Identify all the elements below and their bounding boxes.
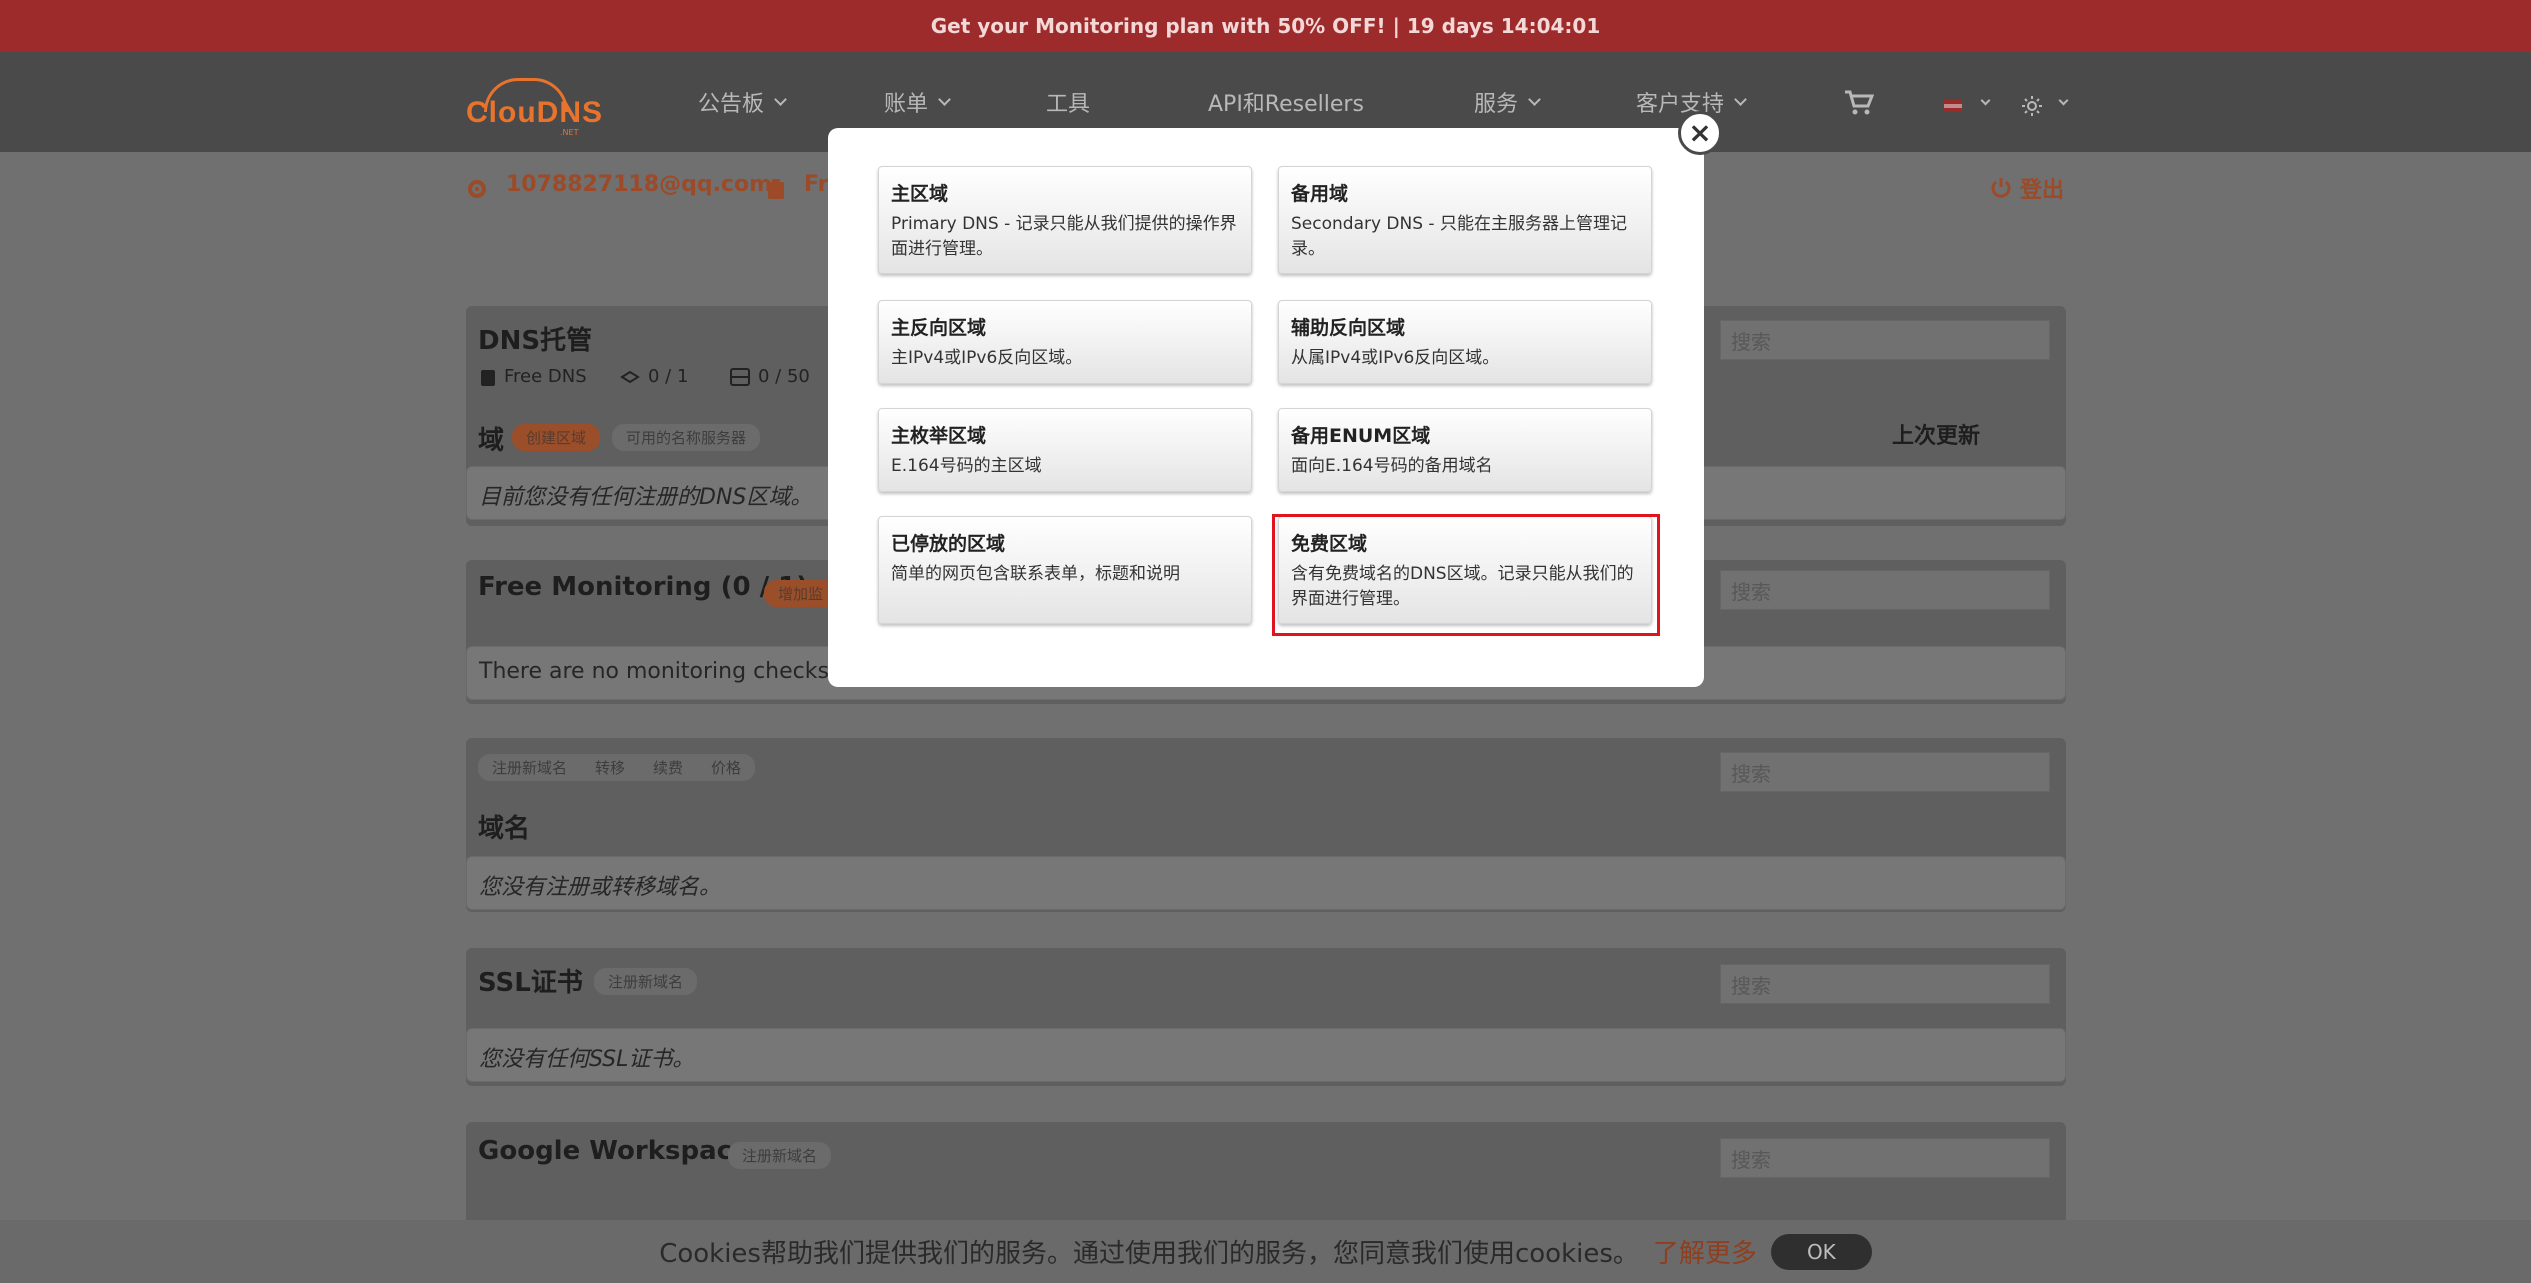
tab-transfer[interactable]: 转移 — [581, 754, 640, 781]
dns-stat-zones: 0 / 1 — [620, 366, 688, 387]
ssl-empty-message: 您没有任何SSL证书。 — [479, 1047, 695, 1072]
add-monitoring-button[interactable]: 增加监 — [764, 580, 838, 607]
option-secondary-reverse-zone[interactable]: 辅助反向区域 从属IPv4或IPv6反向区域。 — [1278, 300, 1652, 384]
option-title: 备用域 — [1291, 183, 1349, 205]
last-update-header: 上次更新 — [1892, 424, 1981, 449]
option-title: 辅助反向区域 — [1291, 317, 1406, 339]
theme-sun-icon[interactable] — [2022, 96, 2042, 116]
chevron-down-icon — [1980, 95, 1991, 106]
plan-badge-icon — [768, 179, 784, 199]
logo[interactable]: ClouDNS .NET — [466, 78, 602, 137]
page-root: Get your Monitoring plan with 50% OFF! |… — [0, 0, 2531, 1283]
monitoring-empty-message: There are no monitoring checks four — [479, 659, 881, 684]
option-secondary-zone[interactable]: 备用域 Secondary DNS - 只能在主服务器上管理记录。 — [1278, 166, 1652, 274]
option-desc: 面向E.164号码的备用域名 — [1291, 456, 1493, 476]
ssl-search-input[interactable]: 搜索 — [1720, 964, 2050, 1004]
dns-plan-label: Free DNS — [504, 366, 587, 387]
option-title: 主反向区域 — [891, 317, 987, 339]
selection-highlight — [1272, 514, 1660, 636]
dns-stat-zones-value: 0 / 1 — [648, 366, 689, 387]
dns-plan: Free DNS — [480, 366, 587, 387]
power-icon — [1991, 178, 2011, 198]
option-master-reverse-zone[interactable]: 主反向区域 主IPv4或IPv6反向区域。 — [878, 300, 1252, 384]
cookie-bar: Cookies帮助我们提供我们的服务。通过使用我们的服务，您同意我们使用cook… — [0, 1220, 2531, 1283]
nav-services-label: 服务 — [1474, 92, 1519, 117]
logout-button[interactable]: 登出 — [1990, 172, 2064, 204]
option-desc: Primary DNS - 记录只能从我们提供的操作界面进行管理。 — [891, 214, 1237, 259]
option-master-enum-zone[interactable]: 主枚举区域 E.164号码的主区域 — [878, 408, 1252, 492]
option-desc: E.164号码的主区域 — [891, 456, 1042, 476]
option-title: 主区域 — [891, 183, 949, 205]
close-icon: × — [1688, 116, 1712, 149]
gworkspace-title: Google Workspace — [478, 1136, 750, 1166]
dns-domains-label: 域 — [478, 426, 505, 456]
ssl-title: SSL证书 — [478, 968, 583, 998]
nav-api-label: API和Resellers — [1208, 92, 1364, 117]
monitoring-title: Free Monitoring (0 / 1) — [478, 572, 809, 602]
domains-card: 注册新域名 转移 续费 价格 搜索 域名 您没有注册或转移域名。 — [466, 738, 2066, 912]
chevron-down-icon — [774, 93, 787, 106]
clipboard-icon — [481, 369, 495, 386]
domains-empty-message: 您没有注册或转移域名。 — [479, 875, 722, 900]
logo-sub: .NET — [560, 128, 579, 137]
option-title: 主枚举区域 — [891, 425, 987, 447]
logout-label: 登出 — [2020, 178, 2065, 203]
gworkspace-register-button[interactable]: 注册新域名 — [728, 1142, 832, 1169]
chevron-down-icon — [1734, 93, 1747, 106]
dns-search-input[interactable]: 搜索 — [1720, 320, 2050, 360]
domains-search-input[interactable]: 搜索 — [1720, 752, 2050, 792]
cookie-ok-button[interactable]: OK — [1770, 1233, 1872, 1270]
dns-stat-records-value: 0 / 50 — [758, 366, 810, 387]
tab-pricing[interactable]: 价格 — [697, 754, 756, 781]
ssl-table-body: 您没有任何SSL证书。 — [466, 1028, 2066, 1082]
domains-title: 域名 — [478, 814, 531, 844]
domains-table-body: 您没有注册或转移域名。 — [466, 856, 2066, 910]
promo-text: Get your Monitoring plan with 50% OFF! |… — [930, 14, 1601, 38]
cookie-text: Cookies帮助我们提供我们的服务。通过使用我们的服务，您同意我们使用cook… — [659, 1239, 1639, 1269]
server-icon — [730, 367, 750, 386]
option-desc: 简单的网页包含联系表单，标题和说明 — [891, 564, 1180, 584]
cart-icon[interactable] — [1844, 90, 1874, 116]
promo-banner[interactable]: Get your Monitoring plan with 50% OFF! |… — [0, 0, 2531, 52]
option-master-zone[interactable]: 主区域 Primary DNS - 记录只能从我们提供的操作界面进行管理。 — [878, 166, 1252, 274]
nav-bulletin[interactable]: 公告板 — [698, 52, 787, 152]
nav-tools-label: 工具 — [1046, 92, 1091, 117]
option-desc: 主IPv4或IPv6反向区域。 — [891, 348, 1083, 368]
chevron-down-icon — [938, 93, 951, 106]
logo-text: ClouDNS — [466, 96, 603, 129]
nav-billing-label: 账单 — [884, 92, 929, 117]
dns-actions: 创建区域 可用的名称服务器 — [512, 424, 761, 451]
option-title: 已停放的区域 — [891, 533, 1006, 555]
option-title: 备用ENUM区域 — [1291, 425, 1431, 447]
dns-stat-records: 0 / 50 — [730, 366, 810, 387]
chevron-down-icon — [2058, 95, 2069, 106]
user-plan-link[interactable]: Fr — [804, 172, 828, 197]
layers-icon — [620, 370, 640, 383]
dns-empty-message: 目前您没有任何注册的DNS区域。 — [479, 485, 813, 510]
gear-icon — [468, 180, 486, 198]
option-secondary-enum-zone[interactable]: 备用ENUM区域 面向E.164号码的备用域名 — [1278, 408, 1652, 492]
ssl-card: SSL证书 注册新域名 搜索 您没有任何SSL证书。 — [466, 948, 2066, 1086]
gworkspace-search-input[interactable]: 搜索 — [1720, 1138, 2050, 1178]
user-email-link[interactable]: 1078827118@qq.com — [506, 172, 772, 197]
nav-bulletin-label: 公告板 — [698, 92, 765, 117]
create-zone-button[interactable]: 创建区域 — [512, 424, 601, 451]
language-flag-icon[interactable] — [1944, 100, 1962, 112]
domain-tabs: 注册新域名 转移 续费 价格 — [478, 754, 756, 781]
cookie-learn-more-link[interactable]: 了解更多 — [1653, 1233, 1757, 1270]
option-desc: Secondary DNS - 只能在主服务器上管理记录。 — [1291, 214, 1627, 259]
option-desc: 从属IPv4或IPv6反向区域。 — [1291, 348, 1500, 368]
ssl-register-button[interactable]: 注册新域名 — [594, 968, 698, 995]
monitoring-search-input[interactable]: 搜索 — [1720, 570, 2050, 610]
create-zone-modal: 主区域 Primary DNS - 记录只能从我们提供的操作界面进行管理。 备用… — [828, 128, 1704, 687]
option-parked-zone[interactable]: 已停放的区域 简单的网页包含联系表单，标题和说明 — [878, 516, 1252, 624]
chevron-down-icon — [1528, 93, 1541, 106]
tab-renew[interactable]: 续费 — [639, 754, 698, 781]
available-ns-button[interactable]: 可用的名称服务器 — [612, 424, 761, 451]
modal-close-button[interactable]: × — [1678, 111, 1722, 155]
tab-register[interactable]: 注册新域名 — [478, 754, 582, 781]
dns-title: DNS托管 — [478, 326, 593, 356]
